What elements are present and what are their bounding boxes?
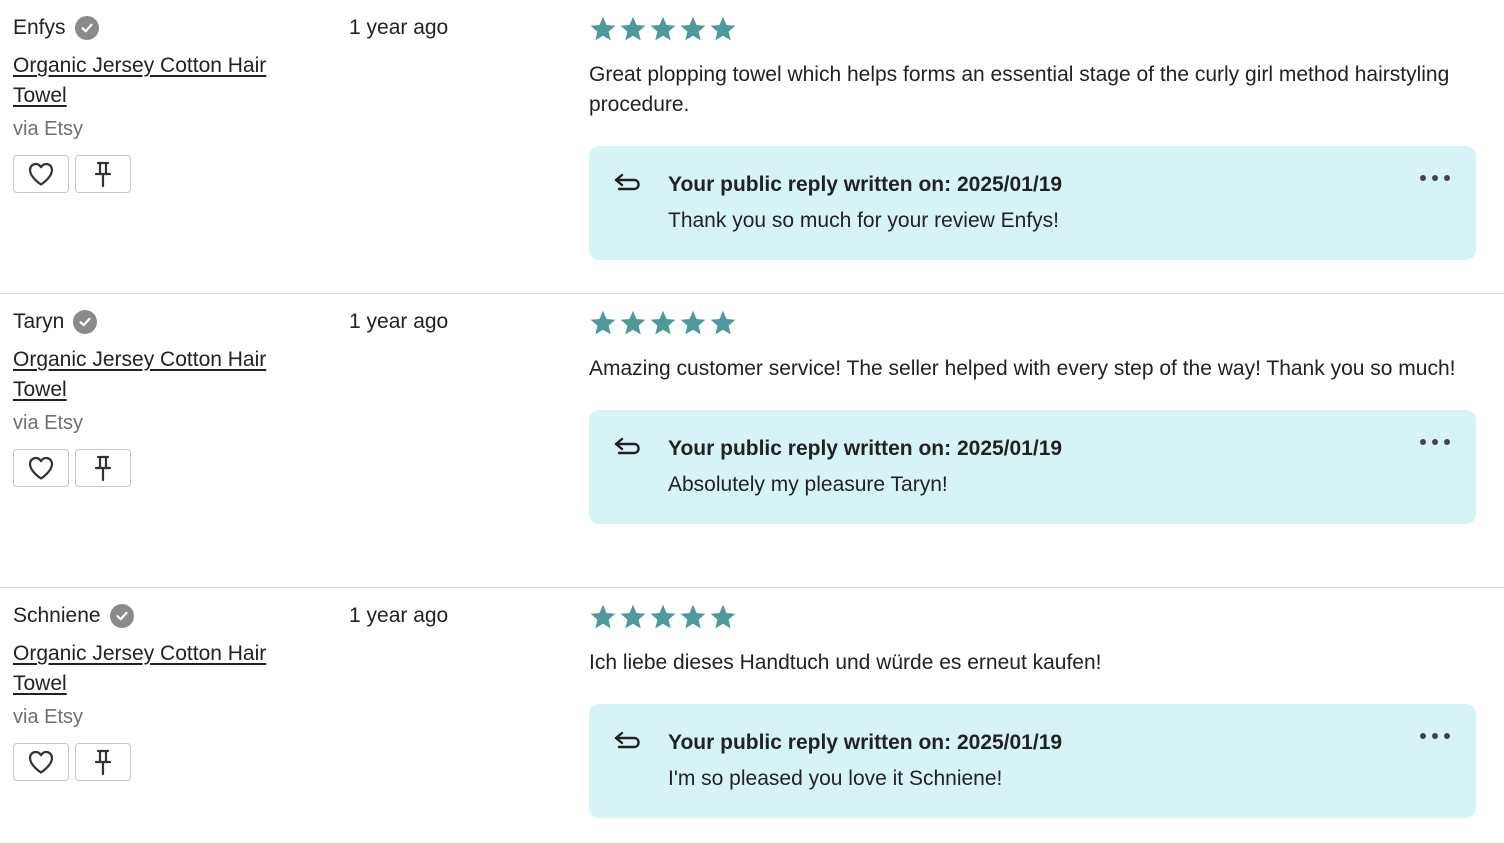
review-source: via Etsy [13, 118, 84, 140]
review-source: via Etsy [13, 706, 84, 728]
verified-check-icon [73, 310, 98, 334]
star-icon [680, 604, 706, 629]
review-source: via Etsy [13, 412, 84, 434]
star-icon [620, 16, 646, 41]
pin-icon [94, 749, 112, 776]
review-body: Great plopping towel which helps forms a… [589, 14, 1476, 260]
favorite-button[interactable] [13, 449, 69, 487]
verified-check-icon [109, 604, 134, 628]
review-meta: Schniene Organic Jersey Cotton Hair Towe… [13, 602, 313, 781]
reply-arrow-icon [614, 731, 640, 749]
review-date: 1 year ago [349, 604, 449, 627]
product-link[interactable]: Organic Jersey Cotton Hair Towel [13, 51, 293, 111]
star-icon [650, 310, 676, 335]
reply-text: I'm so pleased you love it Schniene! [668, 767, 1003, 790]
favorite-button[interactable] [13, 743, 69, 781]
reply-heading: Your public reply written on: 2025/01/19 [668, 173, 1063, 196]
heart-icon [28, 162, 54, 186]
pin-button[interactable] [75, 155, 131, 193]
reviewer-name: Taryn [13, 310, 65, 333]
star-icon [710, 604, 736, 629]
star-icon [620, 310, 646, 335]
reply-text: Thank you so much for your review Enfys! [668, 209, 1059, 232]
review-date: 1 year ago [349, 310, 449, 333]
review-body: Ich liebe dieses Handtuch und würde es e… [589, 602, 1476, 818]
heart-icon [28, 750, 54, 774]
reply-heading: Your public reply written on: 2025/01/19 [668, 437, 1063, 460]
review-text: Amazing customer service! The seller hel… [589, 357, 1456, 380]
review-body: Amazing customer service! The seller hel… [589, 308, 1476, 524]
star-rating [589, 602, 1476, 632]
review-item: Enfys Organic Jersey Cotton Hair Towel v… [0, 0, 1504, 294]
star-icon [710, 310, 736, 335]
reply-text: Absolutely my pleasure Taryn! [668, 473, 948, 496]
public-reply: Your public reply written on: 2025/01/19… [589, 410, 1476, 524]
review-actions [13, 743, 313, 781]
reviewer-row: Taryn [13, 308, 313, 336]
reply-arrow-icon [614, 173, 640, 191]
review-item: Schniene Organic Jersey Cotton Hair Towe… [0, 588, 1504, 843]
more-options-icon[interactable] [1420, 168, 1450, 188]
more-options-icon[interactable] [1420, 726, 1450, 746]
review-actions [13, 155, 313, 193]
review-item: Taryn Organic Jersey Cotton Hair Towel v… [0, 294, 1504, 588]
star-icon [650, 604, 676, 629]
public-reply: Your public reply written on: 2025/01/19… [589, 704, 1476, 818]
star-rating [589, 14, 1476, 44]
star-icon [680, 16, 706, 41]
review-text: Great plopping towel which helps forms a… [589, 63, 1450, 116]
reply-arrow-icon [614, 437, 640, 455]
star-icon [710, 16, 736, 41]
star-icon [620, 604, 646, 629]
star-icon [590, 310, 616, 335]
pin-button[interactable] [75, 449, 131, 487]
reviewer-name: Schniene [13, 604, 101, 627]
public-reply: Your public reply written on: 2025/01/19… [589, 146, 1476, 260]
reviewer-row: Schniene [13, 602, 313, 630]
star-icon [590, 604, 616, 629]
product-link[interactable]: Organic Jersey Cotton Hair Towel [13, 639, 293, 699]
verified-check-icon [74, 16, 99, 40]
star-icon [590, 16, 616, 41]
star-icon [680, 310, 706, 335]
review-actions [13, 449, 313, 487]
product-link[interactable]: Organic Jersey Cotton Hair Towel [13, 345, 293, 405]
favorite-button[interactable] [13, 155, 69, 193]
reviewer-name: Enfys [13, 16, 66, 39]
review-meta: Enfys Organic Jersey Cotton Hair Towel v… [13, 14, 313, 193]
review-text: Ich liebe dieses Handtuch und würde es e… [589, 651, 1102, 674]
reviewer-row: Enfys [13, 14, 313, 42]
reply-heading: Your public reply written on: 2025/01/19 [668, 731, 1063, 754]
pin-icon [94, 455, 112, 482]
star-rating [589, 308, 1476, 338]
star-icon [650, 16, 676, 41]
review-meta: Taryn Organic Jersey Cotton Hair Towel v… [13, 308, 313, 487]
review-date: 1 year ago [349, 16, 449, 39]
more-options-icon[interactable] [1420, 432, 1450, 452]
pin-icon [94, 161, 112, 188]
heart-icon [28, 456, 54, 480]
pin-button[interactable] [75, 743, 131, 781]
